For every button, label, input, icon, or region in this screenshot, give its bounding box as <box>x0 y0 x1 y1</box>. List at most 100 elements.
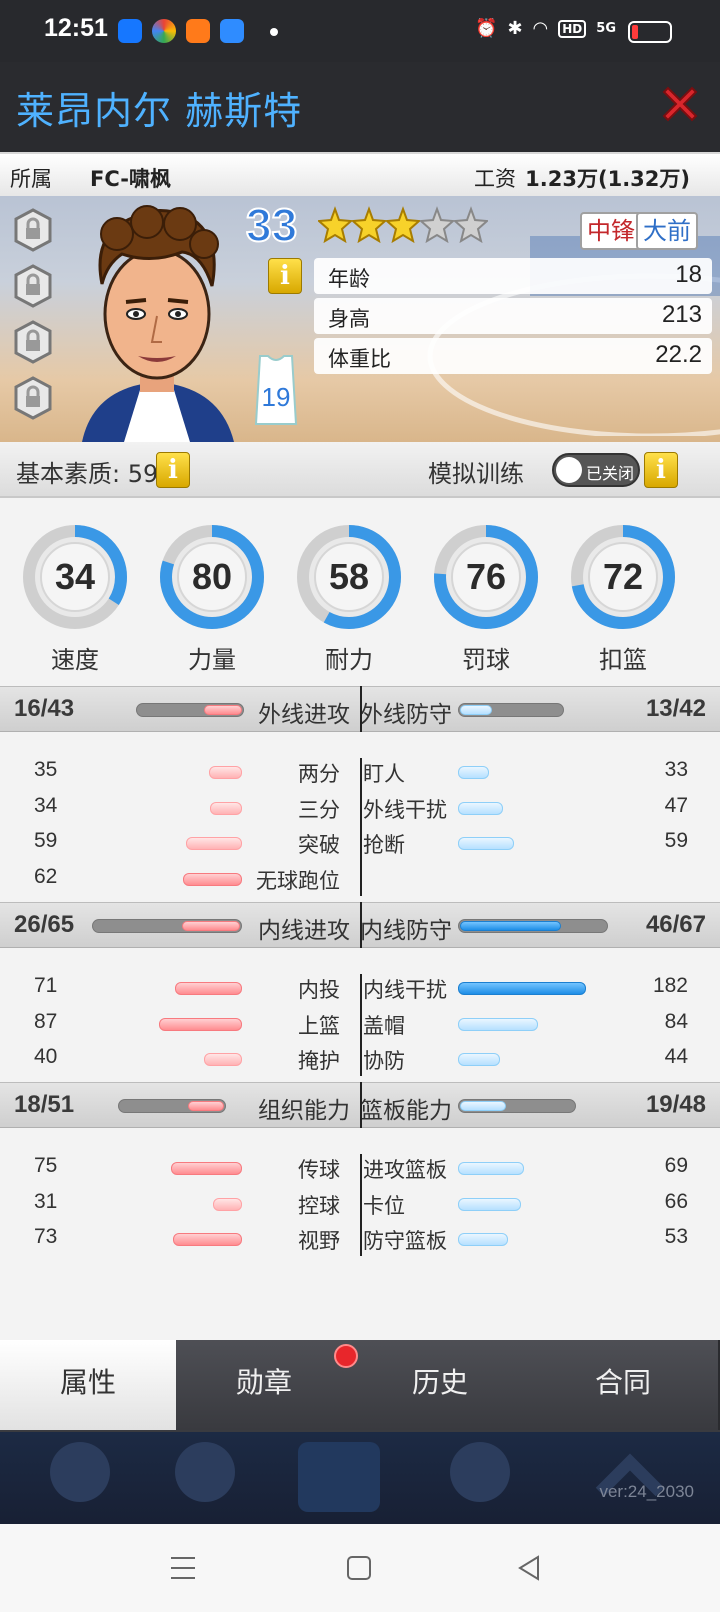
star-rating <box>318 206 488 246</box>
attr-name: 盯人 <box>363 762 405 786</box>
close-icon[interactable] <box>658 82 702 126</box>
clock: 12:51 <box>44 14 108 42</box>
notification-dot <box>270 28 278 36</box>
section-left-score: 16/43 <box>14 695 75 722</box>
attr-bar <box>173 1233 242 1246</box>
tab-badges[interactable]: 勋章 <box>176 1340 354 1430</box>
attr-bar <box>458 1162 524 1175</box>
app-icon <box>152 19 176 43</box>
quality-info-button[interactable]: i <box>156 452 190 488</box>
attr-bar <box>458 1197 521 1211</box>
alipay-icon <box>118 19 142 43</box>
column-divider <box>360 758 362 896</box>
toggle-knob <box>556 457 582 483</box>
attr-row-weight: 体重比 22.2 <box>314 338 712 374</box>
attr-value: 22.2 <box>655 341 702 368</box>
tab-bar: 属性 勋章 历史 合同 <box>0 1340 720 1432</box>
position-secondary: 大前 <box>636 212 698 250</box>
wifi-icon: ◠ <box>532 18 549 39</box>
info-bar: 所属 FC-啸枫 工资 1.23万(1.32万) <box>0 152 720 196</box>
attr-value: 59 <box>34 829 58 852</box>
notification-badge <box>334 1344 358 1368</box>
attr-bar <box>209 766 242 779</box>
salary-value: 1.23万(1.32万) <box>525 167 690 191</box>
menu-icon[interactable] <box>170 1554 196 1582</box>
section-right-score: 19/48 <box>645 1091 706 1118</box>
attr-name: 卡位 <box>363 1193 405 1218</box>
attr-name: 内投 <box>298 978 340 1002</box>
section-right-bar <box>458 919 608 933</box>
attr-name: 三分 <box>298 797 340 822</box>
section-right-title: 外线防守 <box>360 702 452 728</box>
attr-value: 44 <box>664 1045 688 1068</box>
attr-value: 66 <box>664 1189 688 1213</box>
attr-name: 控球 <box>298 1193 340 1218</box>
section-left-title: 组织能力 <box>258 1098 350 1124</box>
quality-bar: 基本素质: 59 i 模拟训练 已关闭 i <box>0 442 720 498</box>
attr-value: 71 <box>34 974 58 997</box>
attr-bar <box>175 982 242 995</box>
star-empty-icon <box>454 206 488 244</box>
overall-rating: 33 <box>245 198 298 252</box>
section-right-title: 篮板能力 <box>360 1098 452 1124</box>
salary-label: 工资 <box>474 167 516 191</box>
section-right-bar <box>458 703 564 717</box>
attr-value: 53 <box>664 1225 688 1248</box>
attr-value: 62 <box>34 864 58 888</box>
attr-name: 协防 <box>363 1049 405 1073</box>
sim-training-toggle[interactable]: 已关闭 <box>552 453 640 487</box>
back-icon[interactable] <box>516 1554 542 1582</box>
bluetooth-icon: ✱ <box>507 18 523 39</box>
gauge-label: 速度 <box>51 646 99 674</box>
attr-name: 视野 <box>298 1229 340 1253</box>
attr-name: 抢断 <box>363 833 405 857</box>
attr-bar <box>186 837 242 850</box>
attr-value: 69 <box>664 1154 688 1177</box>
lock-icon <box>14 376 52 420</box>
home-icon[interactable] <box>346 1554 372 1582</box>
title-bar: 莱昂内尔 赫斯特 <box>0 62 720 152</box>
gauge-value: 34 <box>54 556 96 597</box>
attr-name: 传球 <box>298 1158 340 1182</box>
attr-name: 无球跑位 <box>256 868 340 893</box>
section-left-title: 内线进攻 <box>258 918 350 944</box>
attr-bar <box>210 801 242 815</box>
attr-name: 突破 <box>298 833 340 857</box>
lock-icon <box>14 208 52 252</box>
info-button[interactable]: i <box>268 258 302 294</box>
section-left-score: 18/51 <box>14 1091 75 1118</box>
section-left-bar <box>136 703 244 717</box>
stat-gauge: 80 力量 <box>157 522 267 674</box>
gauge-label: 扣篮 <box>599 646 647 674</box>
gauge-value: 80 <box>191 556 233 597</box>
attr-bar <box>213 1197 242 1211</box>
star-filled-icon <box>386 206 420 244</box>
jersey-icon: 19 <box>254 355 298 425</box>
attr-value: 35 <box>34 758 58 781</box>
gauge-value: 76 <box>465 556 507 597</box>
column-divider <box>360 1154 362 1256</box>
attr-value: 47 <box>664 793 688 817</box>
tab-history[interactable]: 历史 <box>352 1340 530 1430</box>
position-primary: 中锋 <box>580 212 642 250</box>
tab-attributes[interactable]: 属性 <box>0 1340 178 1430</box>
version-label: ver:24_2030 <box>599 1482 694 1501</box>
basic-quality: 基本素质: 59 <box>16 460 159 488</box>
training-info-button[interactable]: i <box>644 452 678 488</box>
tab-contract[interactable]: 合同 <box>528 1340 720 1430</box>
attr-value: 31 <box>34 1189 58 1213</box>
stat-gauge: 58 耐力 <box>294 522 404 674</box>
attr-value: 33 <box>664 758 688 781</box>
alarm-icon: ⏰ <box>475 18 498 39</box>
attr-value: 182 <box>652 974 688 997</box>
attr-label: 年龄 <box>328 267 370 291</box>
stat-gauge: 34 速度 <box>20 522 130 674</box>
attr-value: 40 <box>34 1045 58 1068</box>
attr-name: 外线干扰 <box>363 797 447 822</box>
status-icons: ⏰ ✱ ◠ HD 5G <box>475 18 616 39</box>
attr-value: 34 <box>34 793 58 817</box>
attr-bar <box>159 1017 242 1031</box>
bottom-menu-strip: ver:24_2030 <box>0 1432 720 1524</box>
attr-row-height: 身高 213 <box>314 298 712 334</box>
sim-training-label: 模拟训练 <box>428 460 524 488</box>
